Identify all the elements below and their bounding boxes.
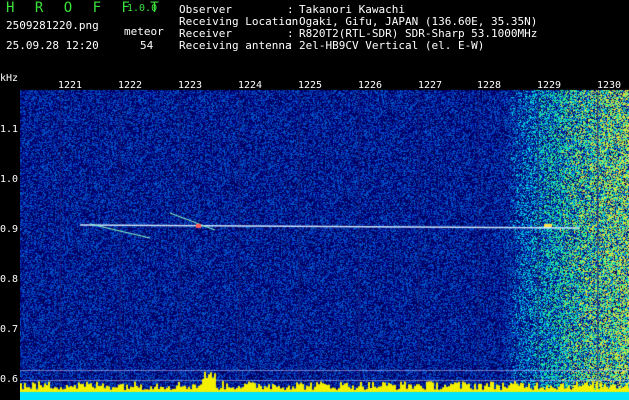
y-tick-label: 0.9: [0, 224, 19, 235]
x-tick-label: 1226: [358, 80, 383, 91]
x-tick-label: 1228: [477, 80, 502, 91]
x-tick-label: 1230: [597, 80, 622, 91]
antenna-value: 2el-HB9CV Vertical (el. E-W): [299, 39, 485, 52]
y-tick-label: 0.7: [0, 324, 19, 335]
meteor-count: 54: [140, 39, 154, 52]
x-tick-label: 1221: [58, 80, 83, 91]
y-tick-label: 0.8: [0, 274, 19, 285]
x-tick-label: 1222: [118, 80, 143, 91]
y-tick-label: 0.6: [0, 374, 19, 385]
app-version: 1.0.0: [127, 3, 158, 14]
antenna-colon: :: [287, 39, 294, 52]
spectrogram-panel: [20, 80, 629, 400]
spectrogram-canvas: [20, 80, 629, 400]
x-tick-label: 1223: [178, 80, 203, 91]
x-tick-label: 1227: [418, 80, 443, 91]
meteor-label: meteor: [124, 25, 164, 38]
y-tick-label: 1.0: [0, 174, 19, 185]
antenna-label: Receiving antenna: [179, 39, 292, 52]
timestamp: 25.09.28 12:20: [6, 39, 99, 52]
x-tick-label: 1224: [238, 80, 263, 91]
y-tick-label: 1.1: [0, 124, 19, 135]
x-tick-label: 1225: [298, 80, 323, 91]
y-axis-unit: kHz: [0, 73, 19, 84]
file-name: 2509281220.png: [6, 19, 99, 32]
x-tick-label: 1229: [537, 80, 562, 91]
